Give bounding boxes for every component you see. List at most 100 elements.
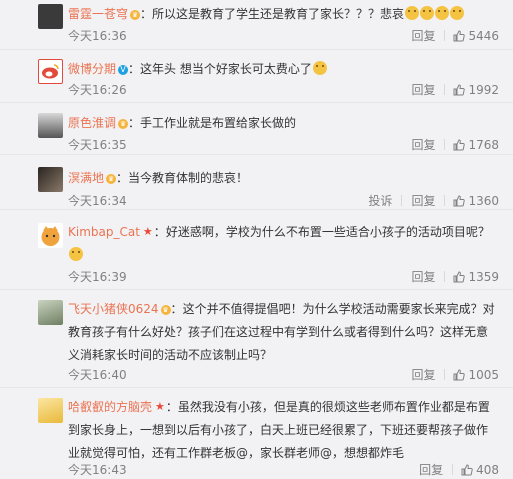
reply-button[interactable]: 回复 <box>402 366 444 383</box>
comment-meta: 今天16:40 回复 1005 <box>68 366 499 384</box>
comment-text: 所以这是教育了学生还是教育了家长？？？悲哀 <box>152 7 405 21</box>
thumbs-up-icon <box>453 194 466 206</box>
comment-text: 这年头 想当个好家长可太费心了 <box>140 62 312 76</box>
sweat-emoji-icon <box>69 247 83 261</box>
comment-item: 微博分期 V ：这年头 想当个好家长可太费心了 今天16:26 回复 1992 <box>0 50 513 103</box>
thumbs-up-icon <box>453 368 466 380</box>
reply-button[interactable]: 回复 <box>410 461 452 478</box>
colon: ： <box>153 225 166 239</box>
cat-avatar-icon <box>41 226 60 246</box>
like-button[interactable]: 1005 <box>445 368 499 382</box>
like-button[interactable]: 1360 <box>445 194 499 208</box>
avatar[interactable] <box>38 223 63 248</box>
username[interactable]: 飞天小猪侠0624 <box>68 302 159 316</box>
comment-item: 飞天小猪侠0624 ♛ ：这个并不值得提倡吧！为什么学校活动需要家长来完成？对教育孩… <box>0 290 513 388</box>
like-button[interactable]: 5446 <box>445 29 499 43</box>
like-count: 1359 <box>468 269 499 284</box>
username[interactable]: 原色淮调 <box>68 116 116 130</box>
comment-item: 溟满地 ♛ ：当今教育体制的悲哀！ 今天16:34 投诉 回复 1360 <box>0 155 513 210</box>
timestamp: 今天16:34 <box>68 194 127 208</box>
comment-meta: 今天16:26 回复 1992 <box>68 81 499 99</box>
like-count: 408 <box>476 462 499 477</box>
timestamp: 今天16:35 <box>68 138 127 152</box>
timestamp: 今天16:43 <box>68 463 127 477</box>
timestamp: 今天16:36 <box>68 29 127 43</box>
colon: ： <box>116 171 129 185</box>
comment-actions: 回复 1359 <box>402 268 499 285</box>
like-button[interactable]: 1992 <box>445 83 499 97</box>
like-count: 1005 <box>468 367 499 382</box>
avatar[interactable] <box>38 4 63 29</box>
member-badge-icon: ♛ <box>106 174 117 184</box>
like-count: 1768 <box>468 137 499 152</box>
weibo-logo-icon <box>42 64 59 79</box>
comment-meta: 今天16:43 回复 408 <box>68 461 499 479</box>
comment-actions: 回复 1768 <box>402 136 499 153</box>
star-badge-icon: ★ <box>142 225 153 238</box>
comment-actions: 回复 408 <box>410 461 499 478</box>
sad-emoji-icon <box>420 6 435 20</box>
timestamp: 今天16:40 <box>68 368 127 382</box>
reply-button[interactable]: 回复 <box>402 136 444 153</box>
comment-body: 哈叡叡的方脑壳 ★：虽然我没有小孩，但是真的很烦这些老师布置作业都是布置到家长身上… <box>68 396 499 465</box>
like-button[interactable]: 1768 <box>445 138 499 152</box>
comment-text: 好迷惑啊，学校为什么不布置一些适合小孩子的活动项目呢？ <box>165 225 490 239</box>
timestamp: 今天16:39 <box>68 270 127 284</box>
like-button[interactable]: 1359 <box>445 270 499 284</box>
avatar[interactable] <box>38 300 63 325</box>
comment-item: 原色淮调 ♛ ：手工作业就是布置给家长做的 今天16:35 回复 1768 <box>0 103 513 155</box>
username[interactable]: Kimbap_Cat <box>68 225 140 239</box>
comment-meta: 今天16:36 回复 5446 <box>68 27 499 45</box>
comment-text: 当今教育体制的悲哀！ <box>128 171 249 185</box>
comment-body: 溟满地 ♛ ：当今教育体制的悲哀！ <box>68 167 499 190</box>
verified-badge-icon: V <box>118 65 129 75</box>
like-count: 5446 <box>468 28 499 43</box>
colon: ： <box>128 116 141 130</box>
colon: ： <box>170 302 183 316</box>
like-count: 1992 <box>468 82 499 97</box>
like-button[interactable]: 408 <box>453 463 499 477</box>
comment-body: Kimbap_Cat ★：好迷惑啊，学校为什么不布置一些适合小孩子的活动项目呢？ <box>68 221 499 267</box>
reply-button[interactable]: 回复 <box>402 81 444 98</box>
comment-meta: 今天16:39 回复 1359 <box>68 268 499 286</box>
reply-button[interactable]: 回复 <box>402 27 444 44</box>
comment-item: Kimbap_Cat ★：好迷惑啊，学校为什么不布置一些适合小孩子的活动项目呢？ … <box>0 210 513 290</box>
comment-body: 雷霆一苍穹 ♛ ：所以这是教育了学生还是教育了家长？？？悲哀 <box>68 3 499 26</box>
username[interactable]: 哈叡叡的方脑壳 <box>68 400 152 414</box>
sad-emoji-icon <box>450 6 465 20</box>
avatar[interactable] <box>38 59 63 84</box>
username[interactable]: 雷霆一苍穹 <box>68 7 128 21</box>
thumbs-up-icon <box>453 29 466 41</box>
like-count: 1360 <box>468 193 499 208</box>
comment-actions: 投诉 回复 1360 <box>359 192 499 209</box>
member-badge-icon: ♛ <box>160 305 171 315</box>
sweat-smile-emoji-icon <box>312 61 327 75</box>
avatar[interactable] <box>38 398 63 423</box>
username[interactable]: 微博分期 <box>68 62 116 76</box>
comment-meta: 今天16:35 回复 1768 <box>68 136 499 154</box>
comment-actions: 回复 1005 <box>402 366 499 383</box>
reply-button[interactable]: 回复 <box>402 268 444 285</box>
sad-emoji-icon <box>435 6 450 20</box>
avatar[interactable] <box>38 167 63 192</box>
member-badge-icon: ♛ <box>118 119 129 129</box>
reply-button[interactable]: 回复 <box>402 192 444 209</box>
sad-emoji-icon <box>405 6 420 20</box>
thumbs-up-icon <box>461 463 473 475</box>
thumbs-up-icon <box>453 270 466 282</box>
colon: ： <box>140 7 153 21</box>
comment-meta: 今天16:34 投诉 回复 1360 <box>68 192 499 210</box>
thumbs-up-icon <box>453 138 466 150</box>
comment-text: 手工作业就是布置给家长做的 <box>140 116 297 130</box>
report-button[interactable]: 投诉 <box>359 192 401 209</box>
avatar[interactable] <box>38 113 63 138</box>
username[interactable]: 溟满地 <box>68 171 104 185</box>
comment-body: 飞天小猪侠0624 ♛ ：这个并不值得提倡吧！为什么学校活动需要家长来完成？对教育孩… <box>68 298 499 367</box>
colon: ： <box>165 400 178 414</box>
comment-item: 哈叡叡的方脑壳 ★：虽然我没有小孩，但是真的很烦这些老师布置作业都是布置到家长身上… <box>0 388 513 477</box>
comment-list: 雷霆一苍穹 ♛ ：所以这是教育了学生还是教育了家长？？？悲哀 今天16:36 回复 … <box>0 0 513 477</box>
timestamp: 今天16:26 <box>68 83 127 97</box>
colon: ： <box>128 62 141 76</box>
comment-actions: 回复 1992 <box>402 81 499 98</box>
member-badge-icon: ♛ <box>130 10 141 20</box>
